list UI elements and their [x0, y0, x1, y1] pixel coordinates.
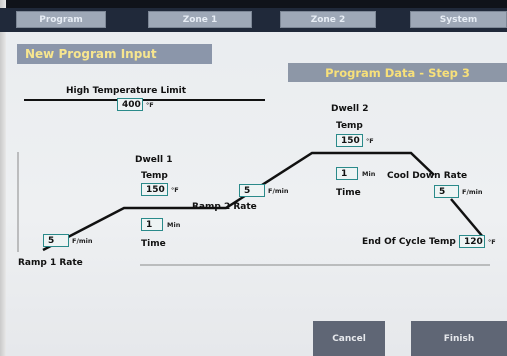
dwell2-time-input[interactable]: 1 [336, 167, 358, 180]
dwell2-temp-input[interactable]: 150 [336, 134, 363, 147]
dwell1-time-unit: Min [167, 221, 181, 229]
dwell1-time-label: Time [141, 239, 166, 249]
dwell2-temp-label: Temp [336, 121, 363, 131]
high-temp-unit: °F [146, 101, 154, 109]
high-temp-input[interactable]: 400 [117, 98, 143, 111]
end-cycle-unit: °F [488, 238, 496, 246]
dwell1-temp-unit: °F [171, 186, 179, 194]
dwell1-temp-input[interactable]: 150 [141, 183, 168, 196]
dwell2-label: Dwell 2 [331, 104, 369, 114]
finish-button[interactable]: Finish [411, 321, 507, 356]
ramp2-label: Ramp 2 Rate [192, 202, 257, 212]
ramp1-rate-input[interactable]: 5 [43, 234, 69, 247]
cool-down-line [450, 198, 484, 238]
ramp2-unit: F/min [268, 187, 289, 195]
dwell1-time-input[interactable]: 1 [141, 218, 163, 231]
cancel-button[interactable]: Cancel [313, 321, 385, 356]
ramp1-unit: F/min [72, 237, 93, 245]
dwell1-temp-label: Temp [141, 171, 168, 181]
high-temp-label: High Temperature Limit [66, 86, 187, 96]
cooldown-rate-input[interactable]: 5 [434, 185, 459, 198]
dwell2-time-label: Time [336, 188, 361, 198]
cooldown-label: Cool Down Rate [387, 171, 468, 181]
dwell2-time-unit: Min [362, 170, 376, 178]
dwell1-label: Dwell 1 [135, 155, 173, 165]
cooldown-unit: F/min [462, 188, 483, 196]
dwell2-temp-unit: °F [366, 137, 374, 145]
end-cycle-label: End Of Cycle Temp [362, 237, 456, 247]
ramp1-label: Ramp 1 Rate [18, 258, 83, 268]
end-cycle-temp-input[interactable]: 120 [459, 235, 485, 248]
ramp2-rate-input[interactable]: 5 [239, 184, 265, 197]
